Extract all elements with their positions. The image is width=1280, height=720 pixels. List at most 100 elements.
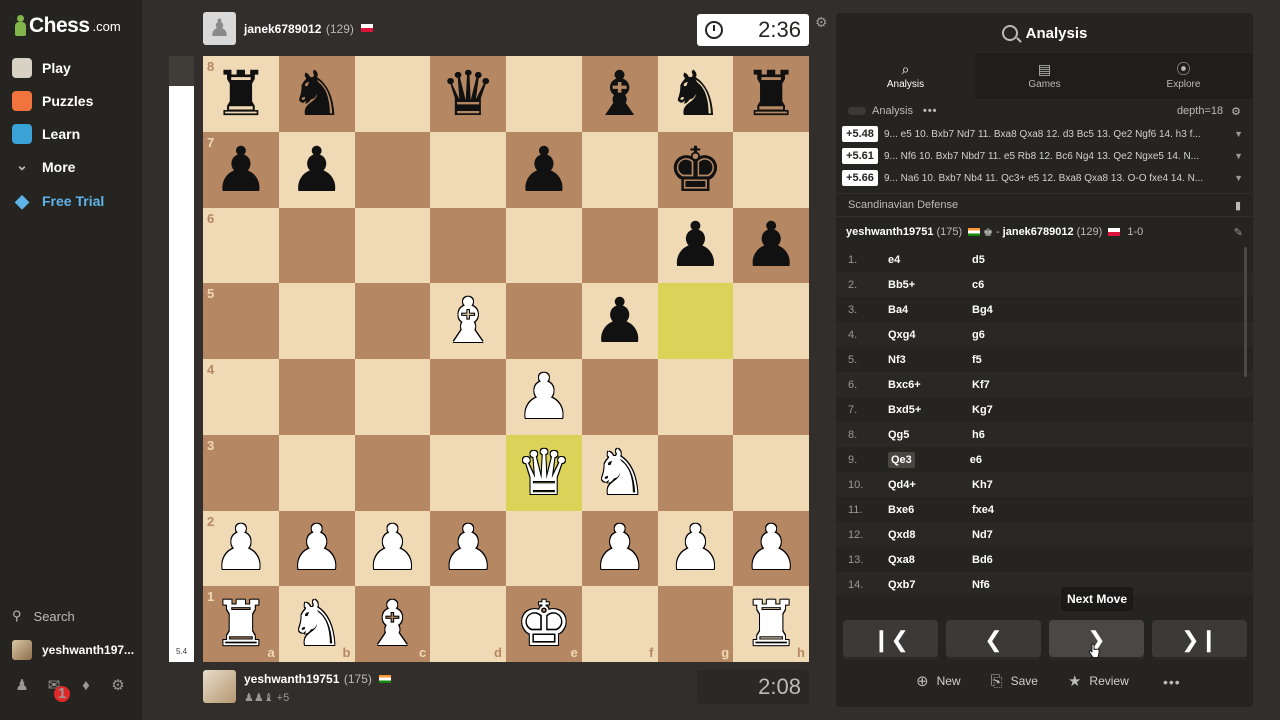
- white-move[interactable]: Qxg4: [888, 329, 972, 341]
- white-move[interactable]: Bb5+: [888, 279, 972, 291]
- black-pawn-icon[interactable]: ♟: [516, 138, 572, 201]
- black-move[interactable]: Nd7: [972, 529, 993, 541]
- sidebar-user[interactable]: yeshwanth197...: [12, 640, 134, 660]
- white-pawn-icon[interactable]: ♟: [213, 517, 269, 579]
- square-g4[interactable]: [657, 359, 734, 435]
- black-move[interactable]: fxe4: [972, 504, 994, 516]
- new-button[interactable]: ⊕ New: [916, 672, 961, 690]
- engine-line[interactable]: +5.48 9... e5 10. Bxb7 Nd7 11. Bxa8 Qxa8 …: [836, 123, 1253, 145]
- square-c2[interactable]: ♟: [354, 510, 431, 587]
- square-f1[interactable]: f: [581, 586, 658, 662]
- top-player-avatar[interactable]: ♟: [203, 12, 236, 45]
- black-move[interactable]: e6: [970, 454, 982, 466]
- square-d7[interactable]: [430, 131, 506, 208]
- chevron-down-icon[interactable]: ▼: [1234, 151, 1243, 161]
- white-move[interactable]: e4: [888, 254, 972, 266]
- white-pawn-icon[interactable]: ♟: [365, 517, 421, 579]
- white-queen-icon[interactable]: ♛: [516, 441, 572, 504]
- sidebar-item-free-trial[interactable]: ◆ Free Trial: [12, 188, 104, 214]
- engine-line-text[interactable]: 9... Na6 10. Bxb7 Nb4 11. Qc3+ e5 12. Bx…: [884, 173, 1228, 184]
- square-a8[interactable]: 8 ♜: [203, 56, 279, 132]
- black-bishop-icon[interactable]: ♝: [592, 62, 648, 125]
- square-e4[interactable]: ♟: [506, 359, 582, 435]
- white-king-icon[interactable]: ♚: [516, 593, 572, 655]
- square-g7[interactable]: ♚: [657, 131, 734, 208]
- sidebar-item-play[interactable]: Play: [12, 55, 71, 81]
- engine-settings-gear-icon[interactable]: ⚙: [1231, 105, 1241, 118]
- sidebar-item-more[interactable]: ⌄ More: [12, 154, 75, 180]
- white-move[interactable]: Bxd5+: [888, 404, 972, 416]
- engine-line-text[interactable]: 9... e5 10. Bxb7 Nd7 11. Bxa8 Qxa8 12. d…: [884, 129, 1228, 140]
- square-f8[interactable]: ♝: [581, 56, 658, 132]
- square-g6[interactable]: ♟: [657, 207, 734, 284]
- previous-move-button[interactable]: ❮: [946, 620, 1041, 660]
- square-a7[interactable]: 7 ♟: [203, 131, 279, 208]
- square-c8[interactable]: [354, 56, 431, 132]
- chess-board[interactable]: 8 ♜ ♞ ♛ ♝ ♞ ♜ 7 ♟ ♟ ♟ ♚ 6 ♟ ♟ 5 ♝ ♟ 4 ♟ 3 ♛ ♞ 2 ♟ ♟ ♟ ♟ ♟ ♟ ♟ 1 a ♜ b ♞ c ♝ d e…: [203, 56, 809, 662]
- friends-icon[interactable]: ♟: [14, 678, 30, 694]
- square-b3[interactable]: [278, 434, 355, 511]
- square-h4[interactable]: [733, 359, 809, 435]
- last-move-button[interactable]: ❯❙: [1152, 620, 1247, 660]
- square-h5[interactable]: [733, 283, 809, 359]
- square-b4[interactable]: [278, 359, 355, 435]
- square-c1[interactable]: c ♝: [354, 586, 431, 662]
- black-move[interactable]: Kg7: [972, 404, 993, 416]
- square-h7[interactable]: [733, 131, 809, 208]
- square-e3[interactable]: ♛: [506, 434, 582, 511]
- square-c7[interactable]: [354, 131, 431, 208]
- white-pawn-icon[interactable]: ♟: [668, 517, 724, 579]
- black-move[interactable]: g6: [972, 329, 985, 341]
- white-knight-icon[interactable]: ♞: [592, 441, 648, 504]
- white-move[interactable]: Qxa8: [888, 554, 972, 566]
- black-king-icon[interactable]: ♚: [668, 138, 724, 201]
- square-h6[interactable]: ♟: [733, 207, 809, 284]
- square-b6[interactable]: [278, 207, 355, 284]
- white-move[interactable]: Qxb7: [888, 579, 972, 591]
- square-b5[interactable]: [278, 283, 355, 359]
- black-player-name[interactable]: janek6789012: [1003, 226, 1074, 238]
- square-h1[interactable]: h ♜: [733, 586, 809, 662]
- black-move[interactable]: c6: [972, 279, 984, 291]
- square-g3[interactable]: [657, 434, 734, 511]
- black-pawn-icon[interactable]: ♟: [213, 138, 269, 201]
- white-bishop-icon[interactable]: ♝: [365, 593, 421, 655]
- square-e7[interactable]: ♟: [506, 131, 582, 208]
- black-pawn-icon[interactable]: ♟: [743, 214, 799, 276]
- square-d6[interactable]: [430, 207, 506, 284]
- black-move[interactable]: Nf6: [972, 579, 990, 591]
- white-rook-icon[interactable]: ♜: [743, 593, 799, 655]
- white-bishop-icon[interactable]: ♝: [440, 290, 496, 352]
- square-c4[interactable]: [354, 359, 431, 435]
- square-d3[interactable]: [430, 434, 506, 511]
- white-pawn-icon[interactable]: ♟: [516, 365, 572, 428]
- square-g1[interactable]: g: [657, 586, 734, 662]
- square-a6[interactable]: 6: [203, 207, 279, 284]
- engine-line-text[interactable]: 9... Nf6 10. Bxb7 Nbd7 11. e5 Rb8 12. Bc…: [884, 151, 1228, 162]
- sidebar-search[interactable]: ⚲ Search: [12, 608, 75, 624]
- chess-logo[interactable]: Chess .com: [14, 14, 121, 38]
- square-c5[interactable]: [354, 283, 431, 359]
- bell-icon[interactable]: ♦: [78, 678, 94, 694]
- book-icon[interactable]: ▮: [1235, 199, 1241, 212]
- white-move[interactable]: Qe3: [888, 451, 915, 468]
- tab-explore[interactable]: ⦿ Explore: [1114, 53, 1253, 99]
- white-move[interactable]: Nf3: [888, 354, 972, 366]
- white-move[interactable]: Qg5: [888, 429, 972, 441]
- bottom-player-name[interactable]: yeshwanth19751: [244, 672, 339, 686]
- square-a3[interactable]: 3: [203, 434, 279, 511]
- white-move[interactable]: Ba4: [888, 304, 972, 316]
- more-options-icon[interactable]: •••: [1163, 674, 1181, 690]
- square-e5[interactable]: [506, 283, 582, 359]
- square-f7[interactable]: [581, 131, 658, 208]
- square-h8[interactable]: ♜: [733, 56, 809, 132]
- square-f6[interactable]: [581, 207, 658, 284]
- first-move-button[interactable]: ❙❮: [843, 620, 938, 660]
- black-move[interactable]: f5: [972, 354, 982, 366]
- white-move[interactable]: Qxd8: [888, 529, 972, 541]
- square-d5[interactable]: ♝: [430, 283, 506, 359]
- black-pawn-icon[interactable]: ♟: [592, 290, 648, 352]
- square-a4[interactable]: 4: [203, 359, 279, 435]
- white-player-name[interactable]: yeshwanth19751: [846, 226, 933, 238]
- square-d1[interactable]: d: [430, 586, 506, 662]
